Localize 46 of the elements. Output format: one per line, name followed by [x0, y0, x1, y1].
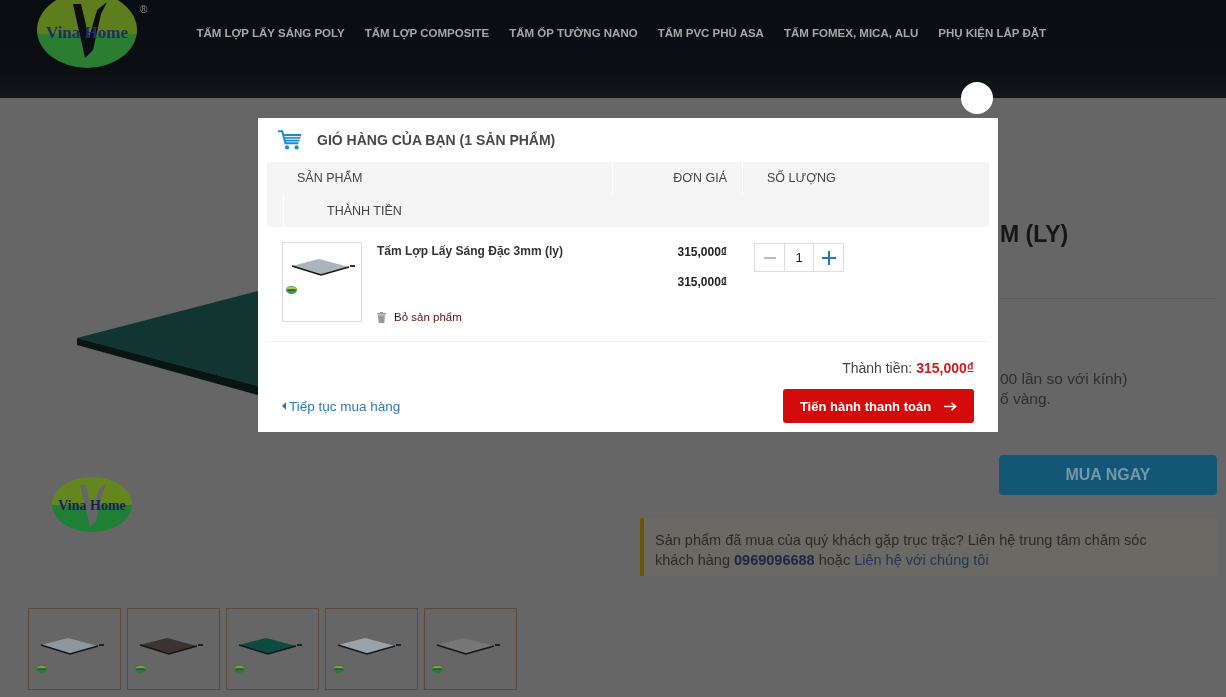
dialog-title: GIÓ HÀNG CỦA BẠN (1 SẢN PHẨM)	[317, 132, 556, 148]
minus-icon	[763, 256, 776, 259]
trash-icon	[377, 311, 386, 323]
nav-link[interactable]: TẤM LỢP COMPOSITE	[364, 26, 490, 40]
logo-icon	[234, 665, 245, 673]
thumbnail[interactable]	[127, 608, 220, 690]
checkout-button[interactable]: Tiến hành thanh toán	[783, 389, 974, 423]
logo-icon	[36, 665, 47, 673]
close-button[interactable]	[961, 82, 993, 114]
line-total: 315,000₫	[677, 274, 727, 290]
logo-icon	[286, 286, 297, 294]
nav-link[interactable]: PHỤ KIỆN LẮP ĐẶT	[938, 26, 1047, 40]
cart-icon	[278, 130, 302, 150]
feature-text: ố vàng.	[1000, 389, 1052, 409]
column-header: THÀNH TIỀN	[283, 195, 989, 227]
logo-icon	[333, 665, 344, 673]
logo-icon	[432, 665, 443, 673]
logo-icon	[135, 665, 146, 673]
plus-icon	[821, 250, 836, 265]
notice-text: Sản phẩm đã mua của quý khách gặp trục trặc? Liên hệ trung tâm chăm sóc khách hàng 0969096688 hoặc Liên hệ với chúng tôi	[655, 531, 1148, 570]
feature-text: 00 lần so với kính)	[1000, 369, 1128, 389]
thumbnail[interactable]	[28, 608, 121, 690]
registered-mark: ®	[140, 4, 148, 16]
nav-link[interactable]: TẤM LỢP LẤY SÁNG POLY	[196, 26, 345, 40]
nav-link[interactable]: TẤM FOMEX, MICA, ALU	[783, 26, 919, 40]
thumbnail[interactable]	[325, 608, 418, 690]
product-thumbnail[interactable]	[282, 242, 362, 322]
column-header: ĐƠN GIÁ	[612, 162, 742, 195]
total-label: Thành tiền:	[842, 359, 913, 377]
column-header: SỐ LƯỢNG	[742, 162, 989, 195]
thumbnail[interactable]	[424, 608, 517, 690]
arrow-right-icon	[944, 401, 958, 411]
total-value: 315,000₫	[916, 359, 974, 377]
continue-shopping-link[interactable]: Tiếp tục mua hàng	[282, 398, 401, 414]
decrease-button[interactable]	[754, 243, 785, 272]
increase-button[interactable]	[813, 243, 844, 272]
column-header: SẢN PHẨM	[296, 169, 364, 187]
sheet-drawing	[291, 259, 355, 276]
product-title: M (LY)	[1000, 220, 1069, 249]
thumbnail[interactable]	[226, 608, 319, 690]
unit-price: 315,000₫	[677, 244, 727, 260]
product-name-link[interactable]: Tấm Lợp Lấy Sáng Đặc 3mm (ly)	[377, 243, 563, 259]
nav-link[interactable]: TẤM PVC PHỦ ASA	[657, 26, 764, 40]
nav-link[interactable]: TẤM ỐP TƯỜNG NANO	[509, 26, 638, 40]
caret-left-icon	[282, 402, 286, 410]
remove-link[interactable]: Bỏ sản phẩm	[377, 310, 462, 324]
